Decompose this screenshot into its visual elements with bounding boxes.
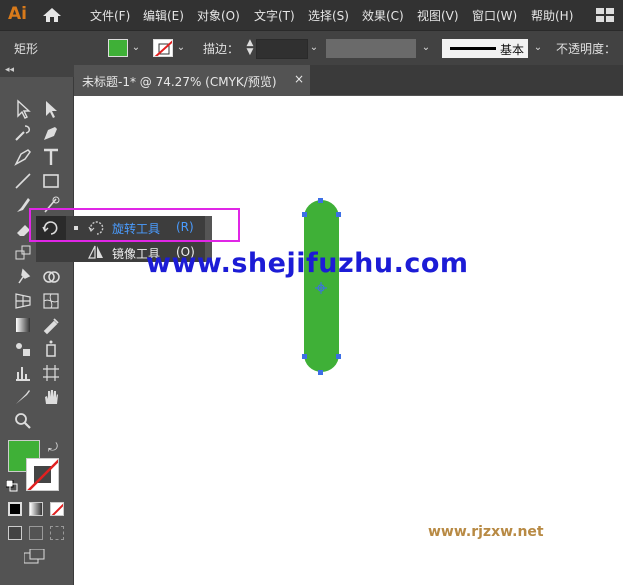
document-tab-title: 未标题-1* @ 74.27% (CMYK/预览) (82, 75, 277, 89)
menu-file[interactable]: 文件(F) (90, 7, 130, 24)
watermark-text: www.shejifuzhu.com (146, 248, 469, 279)
fill-color-swatch[interactable] (108, 39, 128, 57)
slice-tool-icon[interactable] (12, 386, 34, 408)
menu-window[interactable]: 窗口(W) (472, 7, 517, 24)
pin-tool-icon[interactable] (12, 266, 34, 288)
anchor-point[interactable] (336, 354, 341, 359)
brush-stroke-preview (450, 47, 496, 50)
anchor-point[interactable] (302, 212, 307, 217)
default-fill-stroke-icon[interactable] (5, 479, 18, 492)
none-mode-icon[interactable] (50, 502, 64, 516)
symbol-sprayer-tool-icon[interactable] (40, 338, 62, 360)
menu-object[interactable]: 对象(O) (197, 7, 240, 24)
watermark-text-secondary: www.rjzxw.net (428, 524, 544, 540)
brush-label: 基本 (500, 43, 525, 57)
variable-width-profile[interactable] (326, 39, 416, 58)
stroke-spinner-icon[interactable]: ▲ ▼ (244, 39, 256, 57)
document-tab-bar: 未标题-1* @ 74.27% (CMYK/预览) × (74, 65, 623, 95)
menu-select[interactable]: 选择(S) (308, 7, 349, 24)
stroke-dropdown-icon[interactable]: ⌄ (175, 39, 187, 57)
fill-dropdown-icon[interactable]: ⌄ (130, 39, 142, 57)
draw-inside-icon[interactable] (50, 526, 64, 540)
gradient-tool-icon[interactable] (12, 314, 34, 336)
collapse-icon[interactable]: ◂◂ (5, 65, 14, 75)
magic-wand-tool-icon[interactable] (12, 122, 34, 144)
anchor-point[interactable] (318, 370, 323, 375)
mesh-tool-icon[interactable] (40, 290, 62, 312)
free-transform-tool-icon[interactable] (12, 242, 34, 264)
draw-normal-icon[interactable] (8, 526, 22, 540)
stroke-swatch-large[interactable] (26, 458, 59, 491)
anchor-point[interactable] (318, 198, 323, 203)
swap-fill-stroke-icon[interactable]: ⤾ (48, 440, 58, 455)
menu-view[interactable]: 视图(V) (417, 7, 459, 24)
stroke-color-swatch[interactable] (153, 39, 173, 57)
annotation-highlight-box (29, 208, 240, 242)
anchor-point[interactable] (336, 212, 341, 217)
document-tab[interactable]: 未标题-1* @ 74.27% (CMYK/预览) × (74, 65, 310, 95)
shape-builder-tool-icon[interactable] (40, 266, 62, 288)
shape-center-point-icon (315, 282, 327, 294)
rectangle-tool-icon[interactable] (40, 170, 62, 192)
draw-behind-icon[interactable] (29, 526, 43, 540)
zoom-tool-icon[interactable] (12, 410, 34, 432)
profile-dropdown-icon[interactable]: ⌄ (420, 39, 432, 57)
workspace-grid-icon[interactable] (596, 8, 614, 22)
line-tool-icon[interactable] (12, 170, 34, 192)
menu-help[interactable]: 帮助(H) (531, 7, 573, 24)
type-tool-icon[interactable] (40, 146, 62, 168)
menu-bar: Ai 文件(F) 编辑(E) 对象(O) 文字(T) 选择(S) 效果(C) 视… (0, 0, 623, 30)
menu-type[interactable]: 文字(T) (254, 7, 295, 24)
color-mode-icon[interactable] (8, 502, 22, 516)
opacity-label[interactable]: 不透明度： (556, 40, 616, 57)
anchor-point[interactable] (302, 354, 307, 359)
screen-mode-icon[interactable] (23, 548, 46, 565)
artboard-tool-icon[interactable] (40, 362, 62, 384)
brush-definition[interactable]: 基本 (442, 39, 528, 58)
home-icon[interactable] (42, 7, 62, 23)
app-logo: Ai (8, 4, 27, 24)
artboard-canvas[interactable] (74, 96, 623, 585)
stroke-label: 描边： (203, 42, 240, 56)
menu-edit[interactable]: 编辑(E) (143, 7, 184, 24)
stroke-width-input[interactable] (256, 39, 308, 59)
direct-selection-tool-icon[interactable] (40, 98, 62, 120)
menu-effect[interactable]: 效果(C) (362, 7, 404, 24)
gradient-mode-icon[interactable] (29, 502, 43, 516)
hand-tool-icon[interactable] (40, 386, 62, 408)
control-bar: 矩形 ⌄ ⌄ 描边： ▲ ▼ ⌄ ⌄ 基本 ⌄ 不透明度： (0, 30, 623, 66)
object-type-label: 矩形 (14, 42, 39, 56)
stroke-width-dropdown-icon[interactable]: ⌄ (308, 39, 320, 57)
close-icon[interactable]: × (294, 72, 304, 86)
tools-panel-header: ◂◂ (0, 65, 74, 77)
curvature-tool-icon[interactable] (12, 146, 34, 168)
selection-tool-icon[interactable] (12, 98, 34, 120)
pen-tool-icon[interactable] (40, 122, 62, 144)
brush-dropdown-icon[interactable]: ⌄ (532, 39, 544, 57)
reflect-icon (86, 243, 106, 261)
eyedropper-tool-icon[interactable] (40, 314, 62, 336)
column-graph-tool-icon[interactable] (12, 362, 34, 384)
perspective-grid-tool-icon[interactable] (12, 290, 34, 312)
blend-tool-icon[interactable] (12, 338, 34, 360)
